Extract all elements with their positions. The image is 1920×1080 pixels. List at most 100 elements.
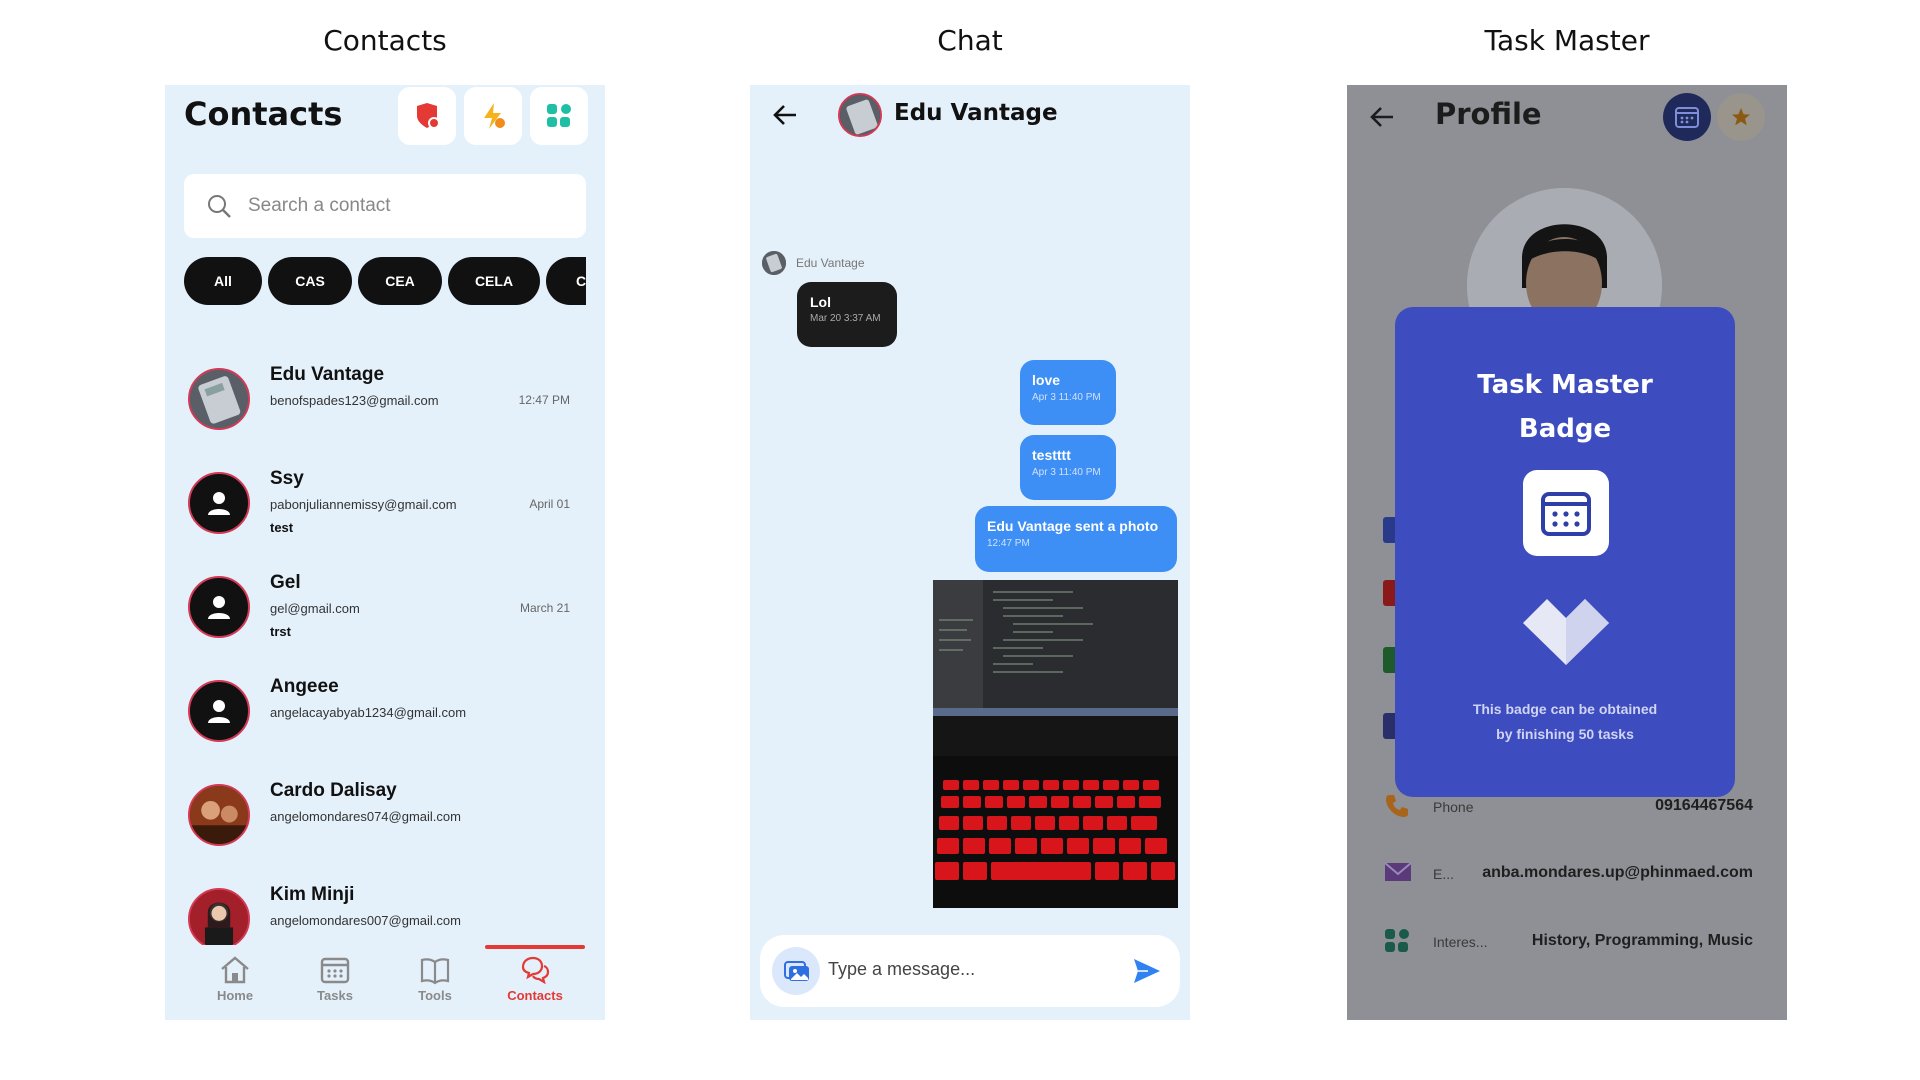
page-title: Profile: [1435, 97, 1542, 131]
info-label: E...: [1433, 866, 1455, 882]
contact-time: 12:47 PM: [518, 393, 570, 407]
contacts-screen: Contacts Search a contact All CAS CEA CELA C…: [165, 85, 605, 1020]
message-text: Edu Vantage sent a photo: [987, 518, 1159, 534]
message-time: Apr 3 11:40 PM: [1032, 392, 1101, 403]
contact-name: Angeee: [270, 676, 339, 697]
calendar-icon: [1541, 492, 1591, 536]
avatar: [188, 784, 250, 846]
badge-button[interactable]: [464, 87, 522, 145]
filter-chip-cea[interactable]: CEA: [358, 257, 442, 305]
filter-chips: All CAS CEA CELA C: [184, 257, 586, 307]
message-composer[interactable]: Type a message...: [760, 935, 1180, 1007]
apps-button[interactable]: [530, 87, 588, 145]
sender-row: Edu Vantage: [762, 251, 865, 275]
chat-header: Edu Vantage: [750, 85, 1190, 145]
back-arrow-icon[interactable]: [1369, 105, 1395, 129]
badge-title: Task Master Badge: [1395, 363, 1735, 451]
search-input[interactable]: Search a contact: [184, 174, 586, 238]
contact-email: angelomondares007@gmail.com: [270, 913, 461, 928]
contact-item[interactable]: Gel gel@gmail.com trst March 21: [165, 558, 605, 658]
chat-icon: [521, 956, 550, 985]
avatar: [188, 368, 250, 430]
attach-image-button[interactable]: [772, 947, 820, 995]
nav-contacts-label: Contacts: [507, 988, 563, 1003]
badge-title-line2: Badge: [1518, 414, 1612, 444]
contact-time: March 21: [519, 601, 570, 615]
filter-chip-all[interactable]: All: [184, 257, 262, 305]
bottom-nav: Home Tasks Tools Contacts: [165, 945, 605, 1020]
badge-icon-box: [1523, 470, 1609, 556]
info-row-email: E... anba.mondares.up@phinmaed.com: [1383, 857, 1753, 891]
nav-tools[interactable]: Tools: [385, 955, 485, 1003]
contact-time: April 01: [529, 497, 570, 511]
contact-name: Edu Vantage: [270, 364, 385, 385]
contact-name: Ssy: [270, 468, 304, 489]
calendar-icon: [1675, 107, 1699, 128]
info-row-interests: Interes... History, Programming, Music: [1383, 925, 1753, 959]
info-label: Interes...: [1433, 934, 1488, 950]
message-input[interactable]: Type a message...: [828, 959, 975, 980]
message-text: testttt: [1032, 447, 1071, 463]
home-icon: [221, 956, 249, 984]
page-title: Contacts: [184, 95, 343, 133]
message-text: Lol: [810, 294, 831, 310]
contact-item[interactable]: Edu Vantage benofspades123@gmail.com 12:…: [165, 350, 605, 450]
nav-home-label: Home: [216, 988, 254, 1003]
star-badge-button[interactable]: [1717, 93, 1765, 141]
profile-screen: Profile Phone 09164467564 E... anba.mond…: [1347, 85, 1787, 1020]
info-value: History, Programming, Music: [1531, 932, 1753, 949]
shared-photo[interactable]: [933, 580, 1178, 908]
section-title-chat: Chat: [937, 24, 1003, 57]
nav-tools-label: Tools: [418, 988, 452, 1003]
mail-icon: [1384, 862, 1412, 881]
shield-icon: [417, 103, 440, 129]
lightning-icon: [484, 103, 505, 129]
badge-title-line1: Task Master: [1477, 370, 1653, 400]
message-text: love: [1032, 372, 1061, 388]
contact-item[interactable]: Ssy pabonjuliannemissy@gmail.com test Ap…: [165, 454, 605, 554]
nav-tasks[interactable]: Tasks: [285, 955, 385, 1003]
active-tab-indicator: [485, 945, 585, 949]
outgoing-message[interactable]: testttt Apr 3 11:40 PM: [1020, 435, 1116, 500]
contact-email: angelacayabyab1234@gmail.com: [270, 705, 467, 720]
badge-desc-line1: This badge can be obtained: [1472, 701, 1658, 717]
contact-email: pabonjuliannemissy@gmail.com: [270, 497, 457, 512]
contact-item[interactable]: Angeee angelacayabyab1234@gmail.com: [165, 662, 605, 762]
contact-email: angelomondares074@gmail.com: [270, 809, 461, 824]
interests-icon: [1385, 929, 1409, 952]
outgoing-message[interactable]: love Apr 3 11:40 PM: [1020, 360, 1116, 425]
back-arrow-icon[interactable]: [772, 103, 798, 127]
contact-name: Gel: [270, 572, 301, 593]
outgoing-message[interactable]: Edu Vantage sent a photo 12:47 PM: [975, 506, 1177, 572]
chat-contact-name: Edu Vantage: [894, 100, 1058, 126]
image-icon: [784, 961, 809, 981]
contact-item[interactable]: Cardo Dalisay angelomondares074@gmail.co…: [165, 766, 605, 866]
incoming-message[interactable]: Lol Mar 20 3:37 AM: [797, 282, 897, 347]
chat-screen: Edu Vantage Edu Vantage Lol Mar 20 3:37 …: [750, 85, 1190, 1020]
avatar: [838, 93, 882, 137]
filter-chip-cas[interactable]: CAS: [268, 257, 352, 305]
badge-desc-line2: by finishing 50 tasks: [1496, 726, 1634, 742]
nav-home[interactable]: Home: [185, 955, 285, 1003]
info-value: anba.mondares.up@phinmaed.com: [1482, 864, 1753, 881]
apps-icon: [547, 104, 571, 127]
filter-chip-cela[interactable]: CELA: [448, 257, 540, 305]
contact-name: Cardo Dalisay: [270, 780, 397, 801]
search-icon: [208, 195, 231, 218]
avatar: [188, 888, 250, 950]
star-icon: [1732, 108, 1750, 126]
book-icon: [420, 958, 450, 985]
info-value: 09164467564: [1655, 797, 1753, 814]
contact-email: benofspades123@gmail.com: [270, 393, 439, 408]
nav-tasks-label: Tasks: [317, 988, 353, 1003]
default-avatar-icon: [188, 680, 250, 742]
contact-name: Kim Minji: [270, 884, 355, 905]
contact-last-message: test: [270, 520, 294, 535]
message-time: Apr 3 11:40 PM: [1032, 467, 1101, 478]
calendar-badge-button[interactable]: [1663, 93, 1711, 141]
filter-chip-more[interactable]: C: [546, 257, 586, 305]
send-icon[interactable]: [1132, 957, 1162, 985]
badge-modal[interactable]: Task Master Badge This badge can be obta…: [1395, 307, 1735, 797]
shield-button[interactable]: [398, 87, 456, 145]
nav-contacts[interactable]: Contacts: [485, 955, 585, 1003]
